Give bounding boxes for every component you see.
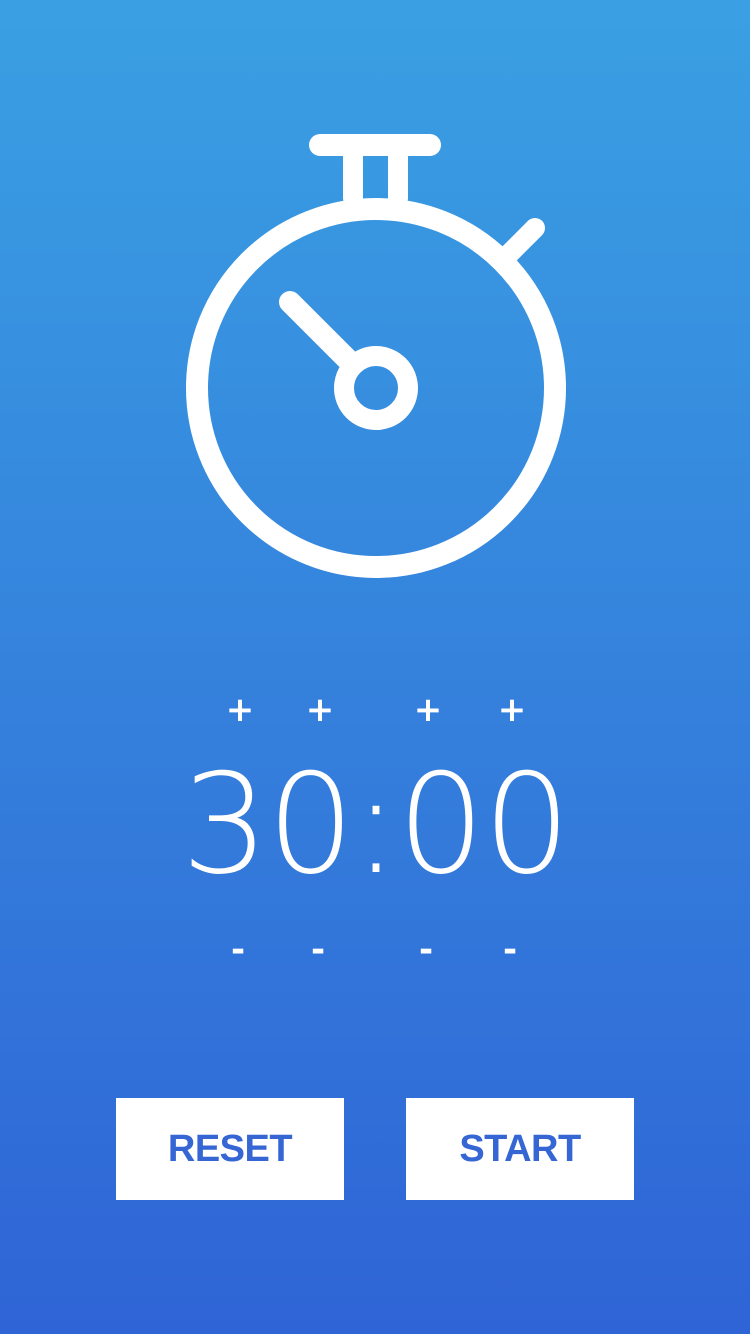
seconds-ones-increment-button[interactable]: + <box>482 685 542 735</box>
timer-screen: + + + + 30:00 - - - - RESET START <box>0 0 750 1334</box>
minutes-ones-increment-button[interactable]: + <box>290 685 350 735</box>
time-display: 30:00 <box>181 744 571 905</box>
minutes-ones-decrement-button[interactable]: - <box>288 925 348 975</box>
reset-button[interactable]: RESET <box>116 1098 344 1200</box>
minutes-tens-decrement-button[interactable]: - <box>208 925 268 975</box>
seconds-tens-increment-button[interactable]: + <box>398 685 458 735</box>
seconds-tens-decrement-button[interactable]: - <box>396 925 456 975</box>
stopwatch-icon <box>186 134 566 578</box>
seconds-ones-decrement-button[interactable]: - <box>480 925 540 975</box>
minutes-tens-increment-button[interactable]: + <box>210 685 270 735</box>
start-button[interactable]: START <box>406 1098 634 1200</box>
